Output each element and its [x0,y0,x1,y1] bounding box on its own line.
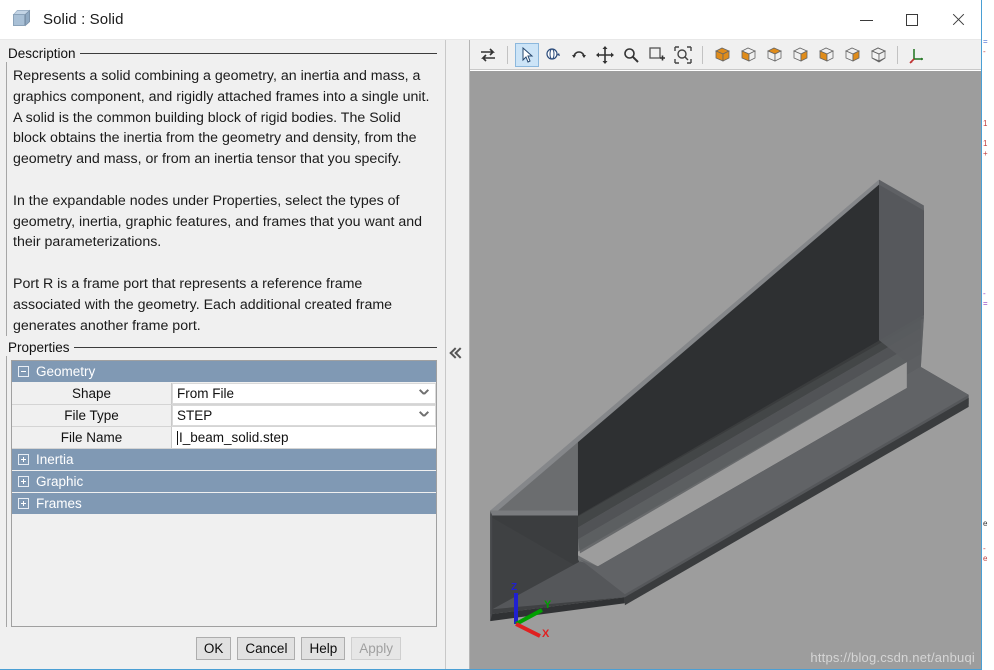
property-text-input[interactable]: I_beam_solid.step [172,427,436,449]
svg-text:X: X [542,628,550,639]
solid-block-dialog: Solid : Solid Description Represents a s… [0,0,982,670]
cancel-button[interactable]: Cancel [237,636,296,660]
view-left-icon[interactable] [840,43,864,67]
3d-viewport[interactable]: Z Y X https://blog.csdn.net/anbuqi [470,70,981,669]
legend-rule [79,52,437,54]
svg-text:Y: Y [544,599,552,611]
coordinate-axes-icon[interactable] [905,43,929,67]
property-group-label: Frames [36,496,82,512]
description-text: Represents a solid combining a geometry,… [13,68,430,334]
properties-group: Properties Geometry Shape From File File Ty… [6,338,439,627]
background-text-fragment: - [983,47,986,56]
toolbar-separator [507,45,508,64]
fit-to-view-icon[interactable] [671,43,695,67]
view-bottom-icon[interactable] [866,43,890,67]
description-group: Description Represents a solid combining… [6,44,439,337]
background-text-fragment: e [983,519,988,528]
coordinate-triad: Z Y X [500,579,560,640]
title-bar: Solid : Solid [0,0,981,40]
text-caret [177,430,178,445]
property-dropdown[interactable]: STEP [172,405,436,427]
apply-button: Apply [351,636,401,660]
properties-empty-area [12,515,436,626]
svg-text:Z: Z [511,582,517,593]
background-text-fragment: - [983,544,986,553]
background-text-fragment: - [983,289,986,298]
pan-icon[interactable] [593,43,617,67]
property-group-row[interactable]: Inertia [12,449,436,472]
chevron-down-icon[interactable] [420,411,428,419]
property-name: File Name [12,427,172,449]
property-row: File Name I_beam_solid.step [12,427,436,450]
properties-grid[interactable]: Geometry Shape From File File Type STEP File … [11,360,437,627]
dialog-button-bar: OK Cancel Help Apply [6,627,439,669]
ok-button[interactable]: OK [195,636,232,660]
legend-rule [73,346,437,348]
background-text-fragment: e [983,554,988,563]
property-group-row[interactable]: Frames [12,493,436,516]
view-front-icon[interactable] [736,43,760,67]
description-legend: Description [6,44,439,62]
background-text-fragment: = [983,299,988,308]
maximize-button[interactable] [889,0,935,40]
property-group-label: Geometry [36,364,96,380]
viewport-toolbar [470,40,981,70]
window-controls [843,0,981,40]
property-row: Shape From File [12,383,436,406]
close-button[interactable] [935,0,981,40]
property-value: From File [177,386,234,402]
property-group-row[interactable]: Geometry [12,361,436,384]
select-cursor-icon[interactable] [515,42,539,67]
double-chevron-left-icon [448,346,466,364]
view-back-icon[interactable] [814,43,838,67]
swap-arrows-icon[interactable] [476,43,500,67]
property-name: File Type [12,405,172,427]
zoom-icon[interactable] [619,43,643,67]
property-value: I_beam_solid.step [179,430,289,446]
background-text-fragment: + [983,149,988,158]
background-text-fragment: 1 [983,139,988,148]
view-top-icon[interactable] [762,43,786,67]
property-row: File Type STEP [12,405,436,428]
background-text-fragment: 1 [983,119,988,128]
cube-icon [12,9,34,31]
chevron-down-icon[interactable] [420,389,428,397]
toolbar-separator [897,45,898,64]
zoom-box-icon[interactable] [645,43,669,67]
window-title: Solid : Solid [43,11,124,28]
view-right-icon[interactable] [788,43,812,67]
plus-box-icon[interactable] [18,498,29,510]
left-panel: Description Represents a solid combining… [0,40,446,669]
dialog-body: Description Represents a solid combining… [0,40,981,669]
collapse-panel-handle[interactable] [446,40,470,669]
property-dropdown[interactable]: From File [172,383,436,405]
properties-legend-label: Properties [8,339,70,355]
minimize-button[interactable] [843,0,889,40]
right-panel: Z Y X https://blog.csdn.net/anbuqi [470,40,981,669]
properties-legend: Properties [6,338,439,356]
plus-box-icon[interactable] [18,476,29,488]
property-value: STEP [177,408,213,424]
toolbar-separator [702,45,703,64]
rotate-view-icon[interactable] [541,43,565,67]
background-window-sliver: = -1 1 + - = e - e [980,0,994,670]
property-group-label: Inertia [36,452,74,468]
view-isometric-icon[interactable] [710,43,734,67]
background-text-fragment: = [983,37,988,46]
description-legend-label: Description [8,45,76,61]
watermark-text: https://blog.csdn.net/anbuqi [810,650,975,665]
rotate-icon[interactable] [567,43,591,67]
plus-box-icon[interactable] [18,454,29,466]
help-button[interactable]: Help [301,636,346,660]
property-group-label: Graphic [36,474,84,490]
property-group-row[interactable]: Graphic [12,471,436,494]
property-name: Shape [12,383,172,405]
minus-box-icon[interactable] [18,366,29,378]
